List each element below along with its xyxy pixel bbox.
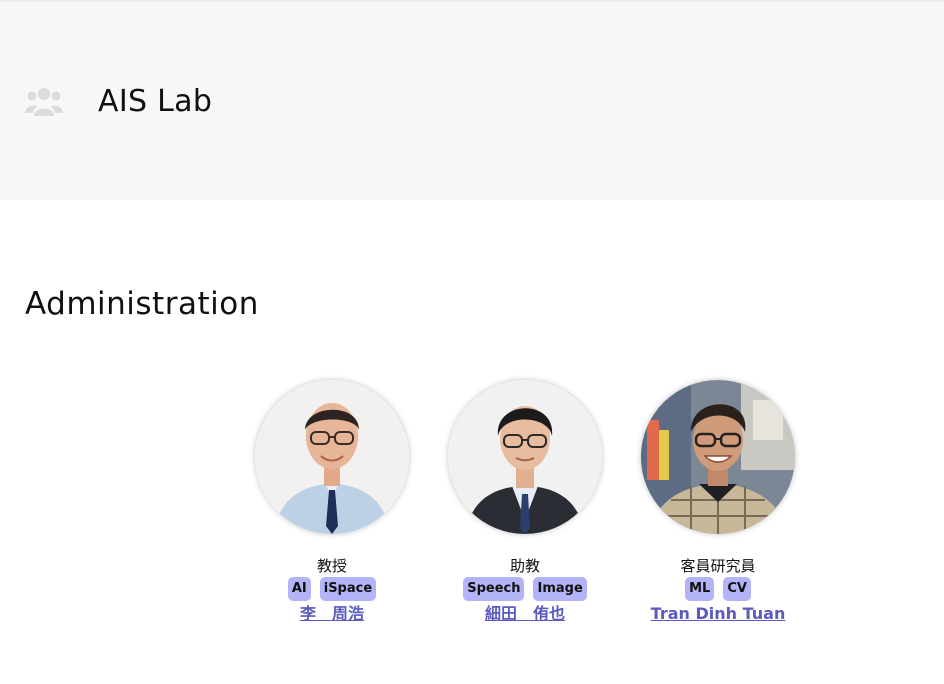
users-group-icon [25,88,63,116]
member-list: 教授 AI iSpace 李 周浩 助教 Speech Image 細田 侑也 [0,380,944,640]
tag-badge[interactable]: CV [723,577,751,601]
member-name-link[interactable]: 細田 侑也 [485,603,565,625]
member-role: 教授 [316,557,347,575]
tag-badge[interactable]: ML [685,577,715,601]
page-title: AIS Lab [98,84,213,119]
member-name-link[interactable]: Tran Dinh Tuan [651,603,786,625]
page-header: AIS Lab [0,0,944,200]
member-photo[interactable] [641,380,795,534]
member-card: 客員研究員 ML CV Tran Dinh Tuan [618,380,818,625]
member-role: 客員研究員 [680,557,756,575]
tag-list: AI iSpace [232,577,432,601]
tag-list: ML CV [618,577,818,601]
member-card: 助教 Speech Image 細田 侑也 [425,380,625,625]
member-card: 教授 AI iSpace 李 周浩 [232,380,432,625]
member-photo[interactable] [448,380,602,534]
member-name-link[interactable]: 李 周浩 [300,603,364,625]
tag-badge[interactable]: Speech [463,577,525,601]
tag-badge[interactable]: iSpace [319,577,377,601]
tag-badge[interactable]: Image [533,577,587,601]
section-title-administration: Administration [25,286,259,322]
tag-badge[interactable]: AI [287,577,311,601]
member-photo[interactable] [255,380,409,534]
tag-list: Speech Image [425,577,625,601]
member-role: 助教 [509,557,540,575]
